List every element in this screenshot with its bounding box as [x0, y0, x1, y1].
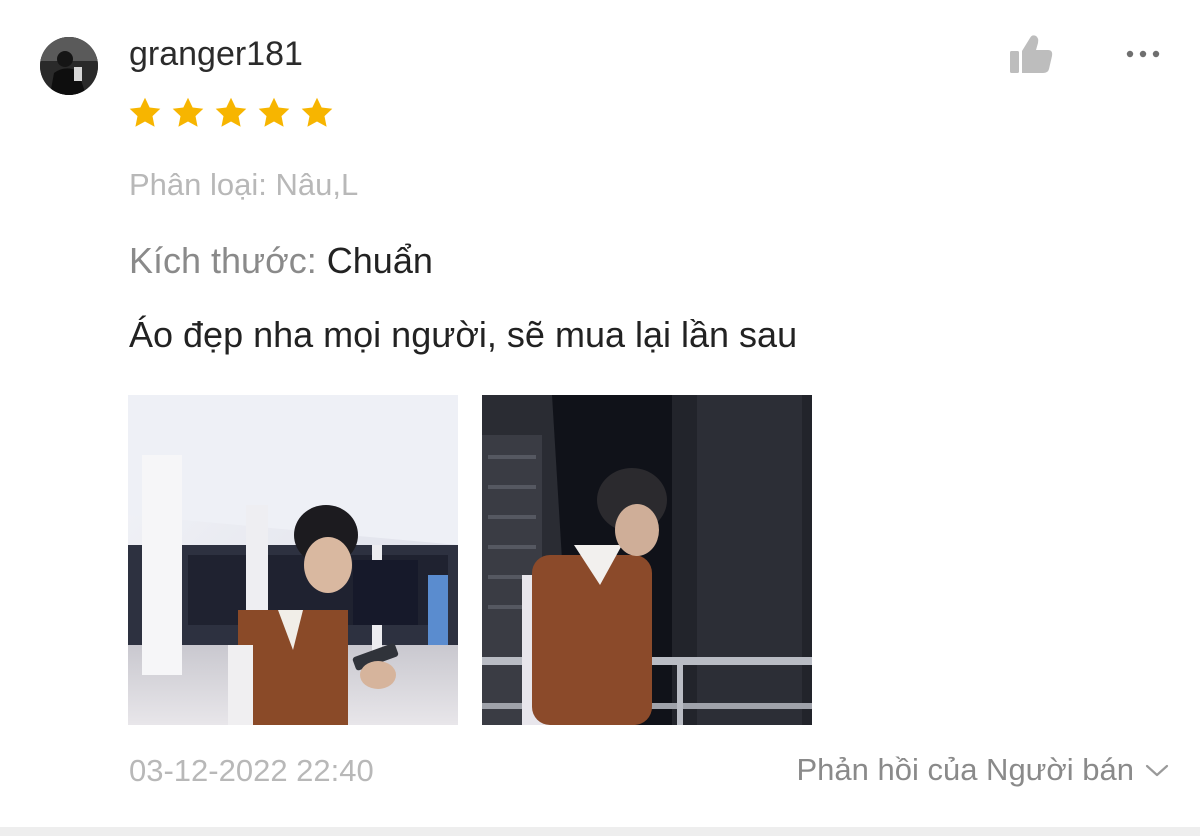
- star-icon: [301, 97, 333, 127]
- size-fit-value: Chuẩn: [326, 240, 433, 281]
- seller-reply-toggle[interactable]: Phản hồi của Người bán: [796, 751, 1170, 789]
- review-photo-1[interactable]: [128, 395, 458, 725]
- star-icon: [215, 97, 247, 127]
- review-comment: Áo đẹp nha mọi người, sẽ mua lại lần sau: [129, 314, 798, 355]
- product-variation: Phân loại: Nâu,L: [129, 167, 359, 202]
- reviewer-username[interactable]: granger181: [129, 34, 303, 74]
- star-rating: [127, 95, 335, 131]
- review-photo-2[interactable]: [482, 395, 812, 725]
- review-timestamp: 03-12-2022 22:40: [129, 753, 374, 788]
- size-fit-label: Kích thước:: [129, 240, 327, 281]
- star-icon: [258, 97, 290, 127]
- section-divider: [0, 827, 1200, 836]
- seller-reply-label: Phản hồi của Người bán: [796, 752, 1134, 787]
- size-fit: Kích thước: Chuẩn: [129, 240, 433, 282]
- thumbs-up-icon[interactable]: [1008, 33, 1054, 75]
- user-avatar[interactable]: [40, 37, 98, 95]
- more-options-icon[interactable]: [1124, 46, 1162, 62]
- star-icon: [172, 97, 204, 127]
- chevron-down-icon: [1145, 764, 1169, 777]
- star-icon: [129, 97, 161, 127]
